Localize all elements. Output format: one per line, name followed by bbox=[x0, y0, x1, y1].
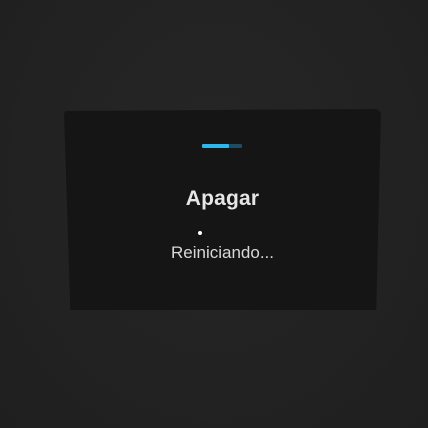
status-text: Reiniciando... bbox=[170, 243, 274, 262]
progress-bar-fill bbox=[202, 144, 230, 148]
cursor-dot bbox=[198, 231, 202, 235]
progress-bar bbox=[202, 144, 242, 148]
dialog-title: Apagar bbox=[185, 187, 260, 210]
shutdown-dialog: Apagar Reiniciando... bbox=[64, 109, 381, 310]
desktop-background: Apagar Reiniciando... bbox=[0, 0, 428, 428]
